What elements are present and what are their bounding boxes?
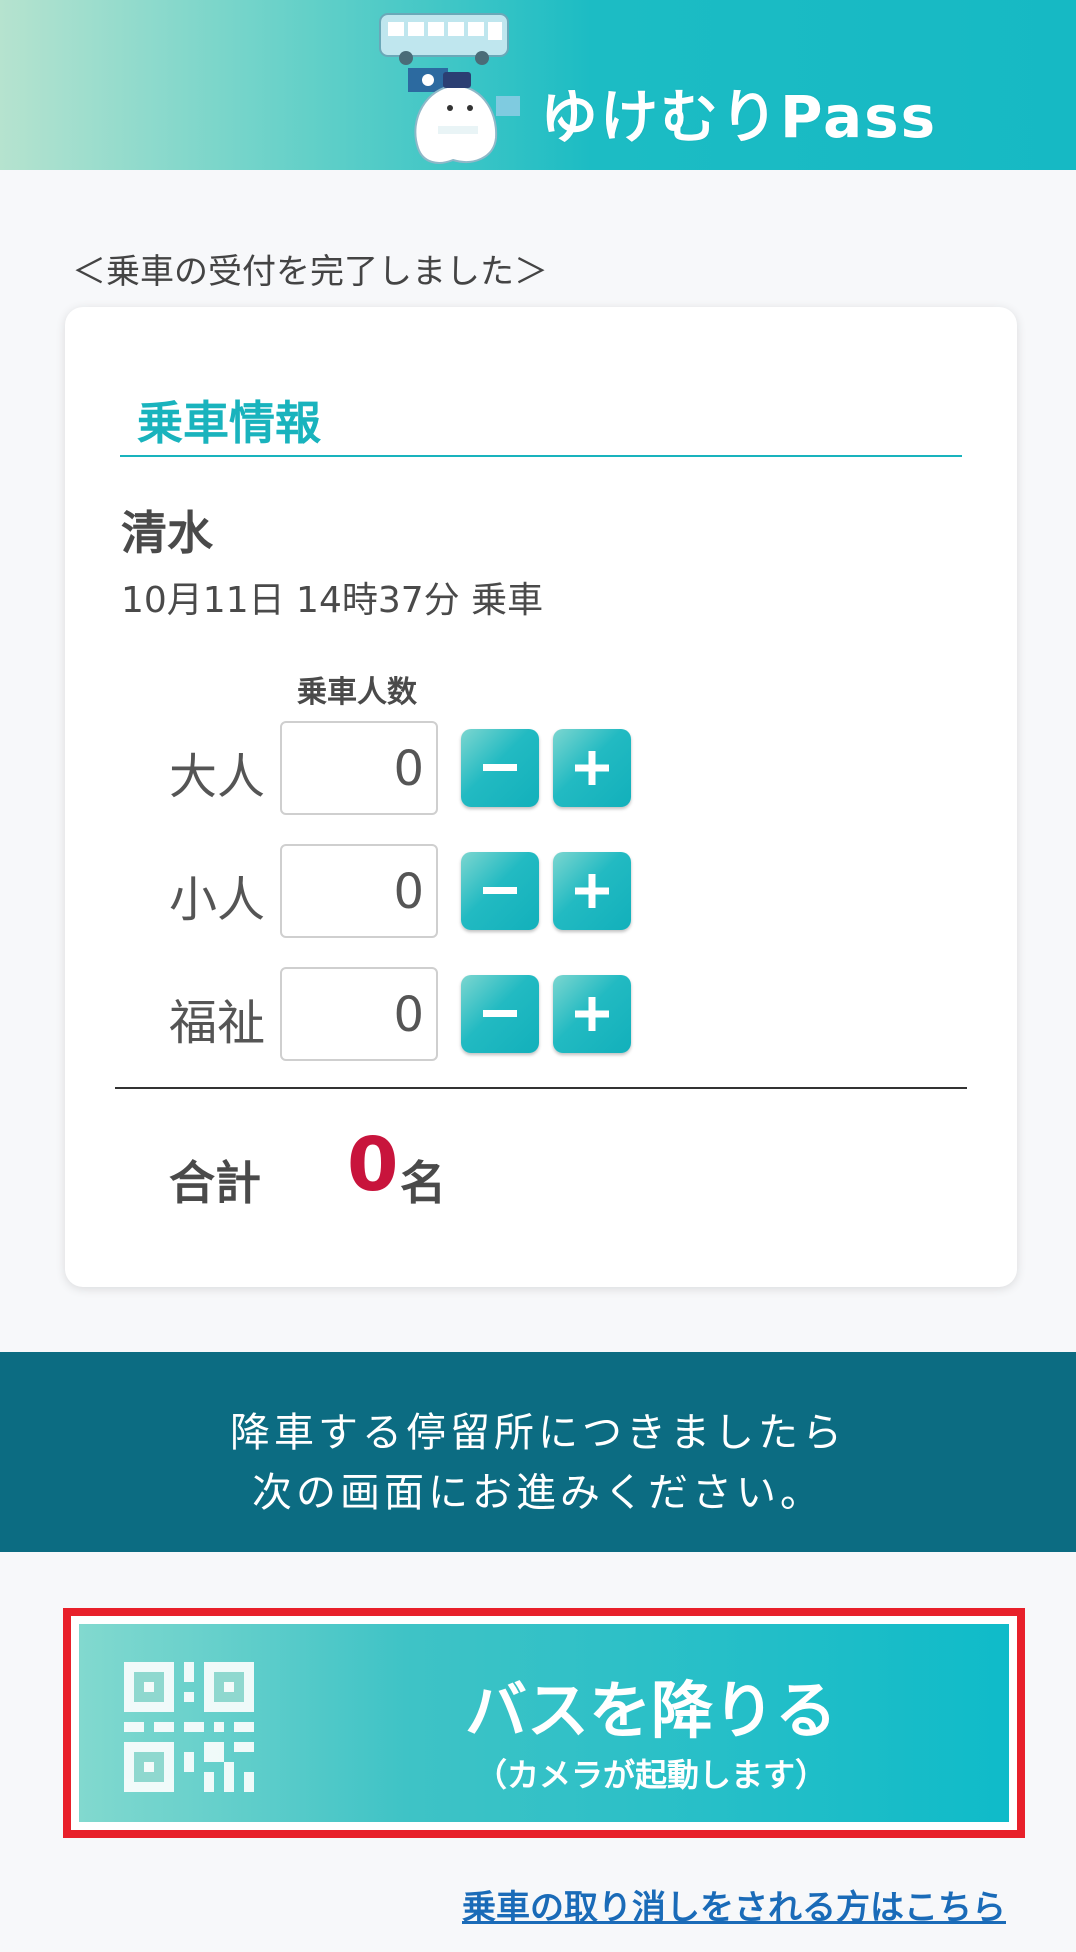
welfare-increment-button[interactable] <box>553 975 631 1053</box>
welfare-count-field[interactable]: 0 <box>280 967 438 1061</box>
boarding-stop-name: 清水 <box>121 506 213 560</box>
child-decrement-button[interactable] <box>461 852 539 930</box>
adult-increment-button[interactable] <box>553 729 631 807</box>
mascot-bus-logo-icon <box>379 13 520 164</box>
adult-decrement-button[interactable] <box>461 729 539 807</box>
child-increment-button[interactable] <box>553 852 631 930</box>
get-off-button-label: バスを降りる <box>464 1674 837 1747</box>
welfare-decrement-button[interactable] <box>461 975 539 1053</box>
cancel-boarding-link[interactable]: 乗車の取り消しをされる方はこちら <box>462 1880 1006 1929</box>
app-logo-text: ゆけむりPass <box>540 83 938 151</box>
ride-info-card: 乗車情報 清水 10月11日 14時37分 乗車 乗車人数 大人 0 小人 0 … <box>65 307 1017 1287</box>
minus-icon <box>483 1010 517 1017</box>
get-off-button[interactable]: バスを降りる （カメラが起動します） <box>79 1624 1009 1822</box>
qr-code-icon <box>124 1662 254 1792</box>
passenger-label: 福祉 <box>169 995 266 1051</box>
total-divider <box>115 1087 967 1089</box>
total-value: 0 <box>347 1122 399 1208</box>
get-off-button-highlight: バスを降りる （カメラが起動します） <box>63 1608 1025 1838</box>
passenger-count-header: 乗車人数 <box>297 675 417 710</box>
minus-icon <box>483 764 517 771</box>
minus-icon <box>483 887 517 894</box>
plus-icon <box>575 751 609 785</box>
passenger-label: 大人 <box>169 749 266 805</box>
instruction-line-1: 降車する停留所につきましたら <box>230 1410 846 1456</box>
card-title: 乗車情報 <box>137 396 321 450</box>
plus-icon <box>575 874 609 908</box>
instruction-line-2: 次の画面にお進みください。 <box>252 1470 824 1516</box>
app-header: ゆけむりPass <box>0 0 1076 170</box>
passenger-row-child: 小人 0 <box>65 844 1017 940</box>
status-message: ＜乗車の受付を完了しました＞ <box>72 252 548 292</box>
instruction-banner: 降車する停留所につきましたら 次の画面にお進みください。 <box>0 1352 1076 1552</box>
passenger-row-adult: 大人 0 <box>65 721 1017 817</box>
total-label: 合計 <box>169 1156 261 1210</box>
passenger-row-welfare: 福祉 0 <box>65 967 1017 1063</box>
title-divider <box>120 455 962 457</box>
get-off-button-sublabel: （カメラが起動します） <box>474 1756 827 1794</box>
boarding-time: 10月11日 14時37分 乗車 <box>121 580 544 621</box>
total-unit: 名 <box>400 1156 446 1210</box>
child-count-field[interactable]: 0 <box>280 844 438 938</box>
passenger-label: 小人 <box>169 872 266 928</box>
plus-icon <box>575 997 609 1031</box>
adult-count-field[interactable]: 0 <box>280 721 438 815</box>
